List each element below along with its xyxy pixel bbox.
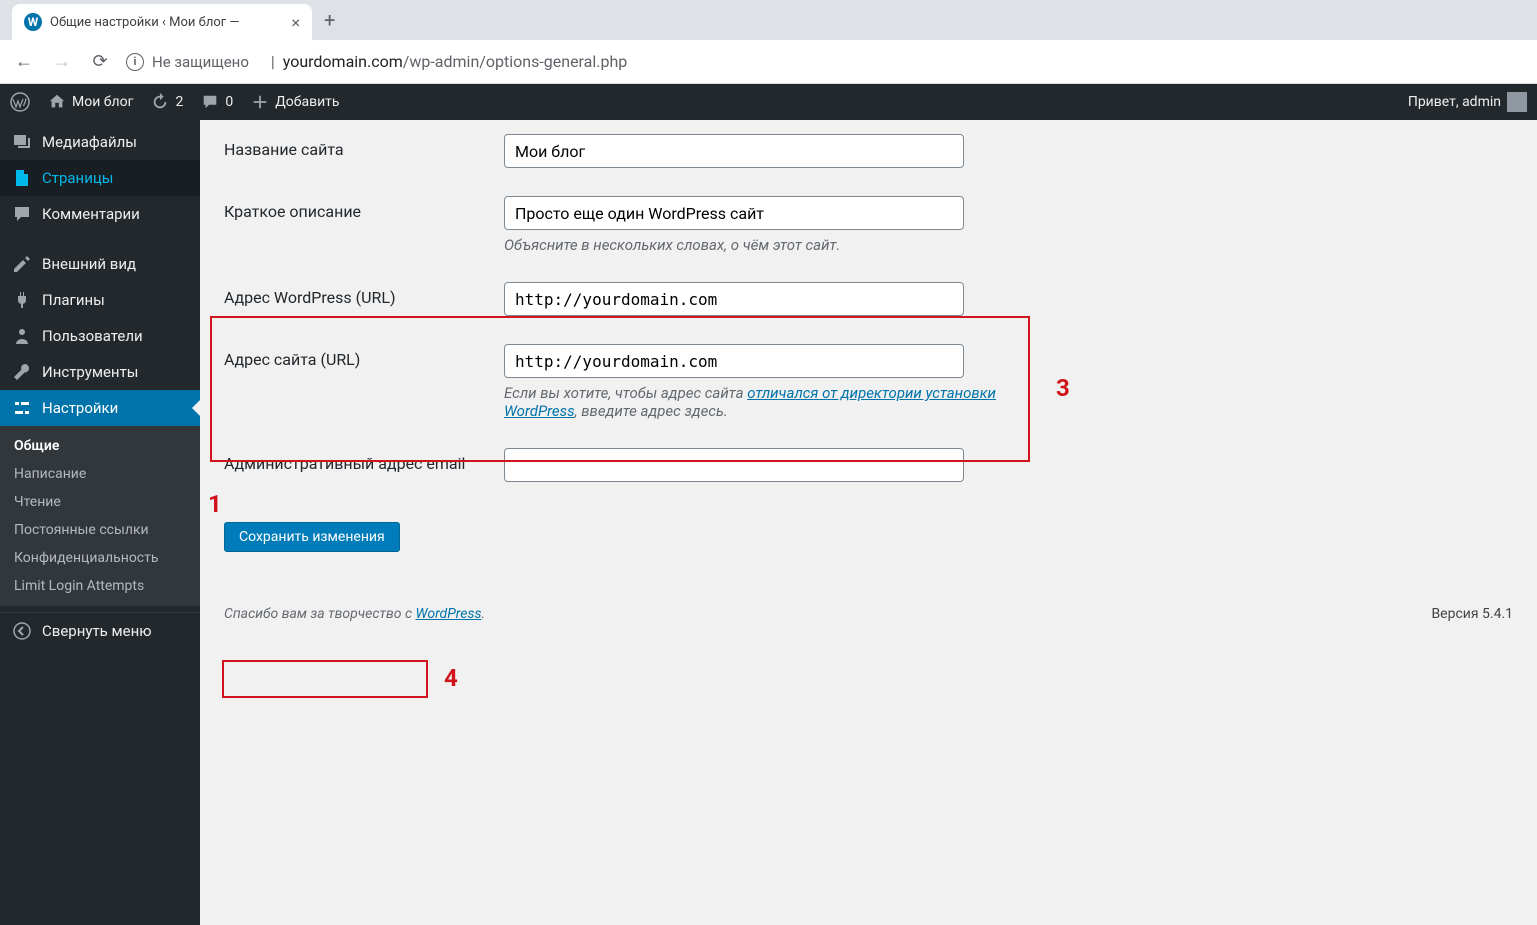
sidebar-label: Медиафайлы <box>42 133 137 151</box>
sidebar-item-settings[interactable]: Настройки <box>0 390 200 426</box>
submenu-permalinks[interactable]: Постоянные ссылки <box>0 516 200 544</box>
sidebar-item-users[interactable]: Пользователи <box>0 318 200 354</box>
site-title-label: Название сайта <box>224 134 504 159</box>
appearance-icon <box>12 254 32 274</box>
settings-icon <box>12 398 32 418</box>
submenu-privacy[interactable]: Конфиденциальность <box>0 544 200 572</box>
add-new-link[interactable]: Добавить <box>251 93 339 111</box>
site-title-input[interactable] <box>504 134 964 168</box>
user-greeting[interactable]: Привет, admin <box>1408 92 1527 112</box>
wordpress-link[interactable]: WordPress <box>416 606 482 622</box>
sidebar-label: Свернуть меню <box>42 622 152 640</box>
tab-bar: W Общие настройки ‹ Мои блог — × + <box>0 0 1537 40</box>
pages-icon <box>12 168 32 188</box>
save-button[interactable]: Сохранить изменения <box>224 522 400 552</box>
users-icon <box>12 326 32 346</box>
sidebar-item-pages[interactable]: Страницы <box>0 160 200 196</box>
info-icon: i <box>126 53 144 71</box>
wp-favicon: W <box>24 13 42 31</box>
siteurl-desc: Если вы хотите, чтобы адрес сайта отлича… <box>504 384 1024 420</box>
row-admin-email: Административный адрес email <box>224 434 1513 496</box>
sidebar-label: Настройки <box>42 399 118 417</box>
submenu-reading[interactable]: Чтение <box>0 488 200 516</box>
plugins-icon <box>12 290 32 310</box>
close-icon[interactable]: × <box>291 13 300 32</box>
row-site-title: Название сайта <box>224 120 1513 182</box>
siteurl-label: Адрес сайта (URL) <box>224 344 504 369</box>
sidebar-label: Внешний вид <box>42 255 136 273</box>
not-secure-label: Не защищено <box>152 53 249 71</box>
row-wpurl: Адрес WordPress (URL) <box>224 268 1513 330</box>
siteurl-input[interactable] <box>504 344 964 378</box>
comments-icon <box>12 204 32 224</box>
site-link[interactable]: Мои блог <box>48 93 133 111</box>
annotation-1: 1 <box>208 490 222 518</box>
admin-email-label: Административный адрес email <box>224 448 504 473</box>
sidebar-label: Плагины <box>42 291 105 309</box>
browser-tab[interactable]: W Общие настройки ‹ Мои блог — × <box>12 4 312 40</box>
tagline-input[interactable] <box>504 196 964 230</box>
sidebar-item-media[interactable]: Медиафайлы <box>0 124 200 160</box>
content-area: Название сайта Краткое описание Объяснит… <box>200 120 1537 925</box>
sidebar-item-comments[interactable]: Комментарии <box>0 196 200 232</box>
tagline-label: Краткое описание <box>224 196 504 221</box>
sidebar-item-appearance[interactable]: Внешний вид <box>0 246 200 282</box>
security-indicator[interactable]: i Не защищено <box>126 53 249 71</box>
wp-footer: Спасибо вам за творчество с WordPress. В… <box>224 606 1513 622</box>
url-display[interactable]: | yourdomain.com/wp-admin/options-genera… <box>271 52 627 71</box>
sidebar-item-tools[interactable]: Инструменты <box>0 354 200 390</box>
wp-adminbar: Мои блог 2 0 Добавить Привет, admin <box>0 84 1537 120</box>
sidebar-label: Страницы <box>42 169 113 187</box>
forward-button[interactable]: → <box>50 51 74 72</box>
media-icon <box>12 132 32 152</box>
submenu-limit-login[interactable]: Limit Login Attempts <box>0 572 200 600</box>
settings-submenu: Общие Написание Чтение Постоянные ссылки… <box>0 426 200 606</box>
wpurl-label: Адрес WordPress (URL) <box>224 282 504 307</box>
version-label: Версия 5.4.1 <box>1431 606 1513 622</box>
wp-logo[interactable] <box>10 92 30 112</box>
wpurl-input[interactable] <box>504 282 964 316</box>
updates-link[interactable]: 2 <box>151 93 183 111</box>
sidebar-label: Инструменты <box>42 363 138 381</box>
submenu-writing[interactable]: Написание <box>0 460 200 488</box>
admin-sidebar: Медиафайлы Страницы Комментарии Внешний … <box>0 120 200 925</box>
sidebar-item-plugins[interactable]: Плагины <box>0 282 200 318</box>
collapse-icon <box>12 621 32 641</box>
collapse-menu[interactable]: Свернуть меню <box>0 612 200 649</box>
tagline-desc: Объясните в нескольких словах, о чём это… <box>504 236 1024 254</box>
comments-link[interactable]: 0 <box>201 93 233 111</box>
row-tagline: Краткое описание Объясните в нескольких … <box>224 182 1513 268</box>
avatar <box>1507 92 1527 112</box>
tab-title: Общие настройки ‹ Мои блог — <box>50 15 283 30</box>
sidebar-label: Пользователи <box>42 327 143 345</box>
submenu-general[interactable]: Общие <box>0 432 200 460</box>
back-button[interactable]: ← <box>12 51 36 72</box>
new-tab-button[interactable]: + <box>324 8 335 32</box>
admin-email-input[interactable] <box>504 448 964 482</box>
tools-icon <box>12 362 32 382</box>
row-siteurl: Адрес сайта (URL) Если вы хотите, чтобы … <box>224 330 1513 434</box>
sidebar-label: Комментарии <box>42 205 140 223</box>
address-bar: ← → ⟳ i Не защищено | yourdomain.com/wp-… <box>0 40 1537 84</box>
annotation-4: 4 <box>444 664 458 692</box>
annotation-box-4 <box>222 660 428 698</box>
reload-button[interactable]: ⟳ <box>88 51 112 72</box>
browser-chrome: W Общие настройки ‹ Мои блог — × + ← → ⟳… <box>0 0 1537 84</box>
